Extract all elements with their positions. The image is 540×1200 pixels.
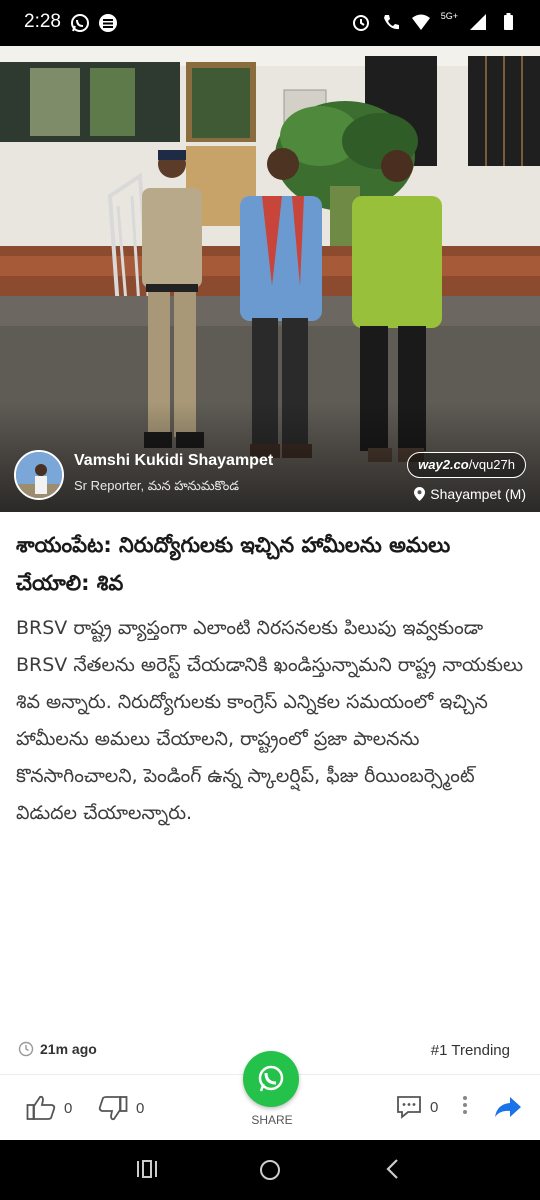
- dislike-button[interactable]: 0: [98, 1095, 144, 1121]
- comment-icon: [397, 1096, 421, 1119]
- system-nav-bar: [0, 1140, 540, 1200]
- action-bar: 0 0 SHARE 0: [0, 1051, 540, 1140]
- like-button[interactable]: 0: [26, 1095, 72, 1121]
- status-time: 2:28: [24, 11, 61, 32]
- author-name[interactable]: Vamshi Kukidi Shayampet: [74, 452, 273, 470]
- thumbs-down-icon: [98, 1096, 128, 1121]
- volte-call-icon: [383, 15, 399, 30]
- share-label: SHARE: [251, 1113, 293, 1127]
- like-count: 0: [64, 1099, 73, 1117]
- whatsapp-icon: [71, 14, 89, 32]
- time-ago: 21m ago: [40, 1041, 97, 1057]
- comment-count: 0: [430, 1098, 439, 1116]
- alarm-icon: [352, 15, 369, 31]
- forward-share-icon: [495, 1097, 521, 1117]
- more-options-button[interactable]: [462, 1095, 468, 1115]
- thumbs-up-icon: [26, 1095, 56, 1120]
- post-time: 21m ago: [18, 1041, 97, 1057]
- forward-button[interactable]: [494, 1095, 522, 1119]
- dislike-count: 0: [136, 1099, 145, 1117]
- signal-icon: [470, 14, 486, 30]
- short-link-brand: way2.co: [418, 457, 469, 472]
- article-body: BRSV రాష్ట్ర వ్యాప్తంగా ఎలాంటి నిరసనలకు …: [16, 617, 524, 824]
- recent-apps-icon[interactable]: [136, 1158, 158, 1180]
- trending-label[interactable]: #1 Trending: [431, 1042, 510, 1059]
- clock-icon: [18, 1041, 34, 1057]
- location: Shayampet (M): [414, 486, 526, 502]
- whatsapp-icon: [258, 1065, 284, 1092]
- author-role: Sr Reporter, మన హనుమకొండ: [74, 478, 239, 493]
- network-label: 5G+: [440, 11, 458, 21]
- short-link-path: /vqu27h: [468, 457, 515, 472]
- home-icon[interactable]: [258, 1158, 282, 1182]
- back-icon[interactable]: [384, 1158, 400, 1180]
- article: శాయంపేట: నిరుద్యోగులకు ఇచ్చిన హామీలను అమ…: [0, 512, 540, 1074]
- short-link-badge[interactable]: way2.co/vqu27h: [407, 452, 526, 478]
- wifi-icon: [411, 14, 430, 30]
- more-vertical-icon: [463, 1096, 467, 1114]
- status-bar: 2:28 5G+: [0, 0, 540, 46]
- whatsapp-share-button[interactable]: [243, 1051, 299, 1107]
- battery-icon: [504, 13, 513, 30]
- location-text: Shayampet (M): [430, 486, 526, 502]
- news-photo[interactable]: Vamshi Kukidi Shayampet Sr Reporter, మన …: [0, 46, 540, 512]
- author-avatar[interactable]: [14, 450, 64, 500]
- article-headline: శాయంపేట: నిరుద్యోగులకు ఇచ్చిన హామీలను అమ…: [16, 533, 451, 595]
- app-icon: [99, 14, 117, 32]
- location-pin-icon: [414, 487, 426, 501]
- comment-button[interactable]: 0: [396, 1095, 438, 1119]
